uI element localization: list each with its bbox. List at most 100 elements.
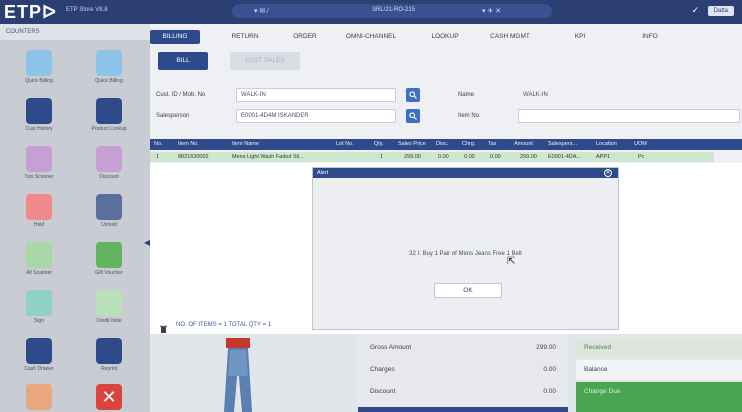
customer-icon (26, 98, 52, 124)
gross-amount-label: Gross Amount (370, 344, 412, 351)
tile-label: Quick Billing (25, 78, 53, 84)
tab-return[interactable]: RETURN (220, 30, 270, 44)
gift-voucher-icon (96, 242, 122, 268)
close-icon[interactable]: ✕ (604, 169, 612, 177)
col-location: Location (596, 141, 617, 147)
discount-label: Discount (370, 388, 396, 395)
cell-no: 1 (156, 154, 160, 160)
charges-value: 0.00 (543, 366, 556, 373)
amount-summary: Gross Amount 299.00 Charges 0.00 Discoun… (358, 334, 568, 412)
session-id: SRL/21-RO-215 (372, 7, 416, 13)
tile-label: Sign (33, 318, 44, 324)
printer-icon (96, 338, 122, 364)
tile-label: Product Lookup (91, 126, 127, 132)
tile-credit-note[interactable]: Credit Note (76, 288, 142, 332)
cell-amount: 299.00 (520, 154, 537, 160)
product-image (206, 336, 286, 412)
user-name[interactable]: Datta (707, 5, 734, 16)
salesperson-input[interactable]: E0001-4D4M ISKANDER (236, 109, 396, 123)
gross-amount-value: 299.00 (536, 344, 556, 351)
back-icon (26, 384, 52, 410)
check-icon: ✓ (691, 5, 700, 15)
search-icon (409, 91, 417, 99)
tile-unhold[interactable]: Unhold (76, 192, 142, 236)
items-count: NO. OF ITEMS = 1 TOTAL QTY = 1 (176, 322, 272, 328)
session-controls[interactable]: ▾ ✉ ⁄ (254, 7, 268, 15)
tile-discount[interactable]: Discount (76, 144, 142, 188)
tile-cust-history[interactable]: Cust History (6, 96, 72, 140)
salesperson-search-button[interactable] (406, 109, 420, 123)
mouse-cursor-icon: ⇱ (507, 256, 516, 267)
tab-info[interactable]: INFO (630, 30, 670, 44)
charges-row: Charges 0.00 (358, 360, 568, 380)
col-lot-no: Lot No. (336, 141, 354, 147)
col-disc: Disc. (436, 141, 449, 147)
name-label: Name (458, 92, 475, 98)
alert-ok-button[interactable]: OK (434, 283, 502, 298)
discount-row: Discount 0.00 (358, 382, 568, 402)
tile-hold[interactable]: Hold (6, 192, 72, 236)
cell-tax: 0.00 (490, 154, 501, 160)
tab-kpi[interactable]: KPI (560, 30, 600, 44)
tile-sign[interactable]: Sign (6, 288, 72, 332)
cell-item-name: Mens Light Wash Faded Sli... (232, 154, 304, 160)
payment-panel: Received Balance Change Due (576, 334, 742, 412)
product-lookup-icon (96, 98, 122, 124)
tile-label: Gift Voucher (95, 270, 123, 276)
gross-amount-row: Gross Amount 299.00 (358, 338, 568, 358)
cell-sales-price: 299.00 (404, 154, 421, 160)
alert-dialog: Alert ✕ 32 I: Buy 1 Pair of Mens Jeans F… (312, 167, 619, 330)
item-no-input[interactable] (518, 109, 740, 123)
tile-reprint[interactable]: Reprint (76, 336, 142, 380)
col-qty: Qty. (374, 141, 384, 147)
tab-order[interactable]: ORDER (280, 30, 330, 44)
tile-cash-drawer[interactable]: Cash Drawer (6, 336, 72, 380)
tile-gift-voucher[interactable]: Gift Voucher (76, 240, 142, 284)
subtab-lost-sales[interactable]: LOST SALES (230, 52, 300, 70)
change-due-row: Change Due (576, 382, 742, 412)
alert-message: 32 I: Buy 1 Pair of Mens Jeans Free 1 Be… (409, 251, 522, 257)
tile-product-lookup[interactable]: Product Lookup (76, 96, 142, 140)
table-row[interactable]: 1 8821630002 Mens Light Wash Faded Sli..… (150, 152, 714, 162)
col-tax: Tax (488, 141, 497, 147)
col-chrg: Chrg. (462, 141, 476, 147)
col-item-name: Item Name (232, 141, 259, 147)
tile-label: Quick Billing (95, 78, 123, 84)
app-name: ETP Store V8.8 (66, 7, 108, 13)
cell-disc: 0.00 (438, 154, 449, 160)
tab-billing[interactable]: BILLING (150, 30, 200, 44)
subtab-bill[interactable]: BILL (158, 52, 208, 70)
col-uom: UOM (634, 141, 647, 147)
cust-search-button[interactable] (406, 88, 420, 102)
alt-scanner-icon (26, 242, 52, 268)
sign-icon (26, 290, 52, 316)
received-row[interactable]: Received (576, 338, 742, 358)
session-actions[interactable]: ▾ ✈ ✕ (482, 7, 501, 15)
tile-alt-scanner[interactable]: Alt Scanner (6, 240, 72, 284)
cell-uom: Pc (638, 154, 645, 160)
discount-value: 0.00 (543, 388, 556, 395)
session-info-bar: ▾ ✉ ⁄ SRL/21-RO-215 ▾ ✈ ✕ (232, 4, 552, 18)
tile-close[interactable]: ✕ (76, 382, 142, 412)
col-sales-price: Sales Price (398, 141, 426, 147)
cust-id-input[interactable]: WALK-IN (236, 88, 396, 102)
tab-cash-mgmt[interactable]: CASH MGMT (480, 30, 540, 44)
close-icon: ✕ (96, 384, 122, 410)
charges-label: Charges (370, 366, 395, 373)
user-area[interactable]: ✓ Datta (692, 5, 734, 16)
tile-quick-billing[interactable]: Quick Billing (6, 48, 72, 92)
col-item-no: Item No. (178, 141, 199, 147)
counters-header: COUNTERS (0, 24, 150, 40)
cell-salesperson: E0001-4DA... (548, 154, 582, 160)
tile-back[interactable] (6, 382, 72, 412)
cell-qty: 1 (380, 154, 384, 160)
tab-lookup[interactable]: LOOKUP (420, 30, 470, 44)
tile-tots-scanner[interactable]: Tots Scanner (6, 144, 72, 188)
tile-label: Credit Note (96, 318, 122, 324)
items-table-header: No. Item No. Item Name Lot No. Qty. Sale… (150, 139, 742, 150)
col-no: No. (154, 141, 163, 147)
tab-omni-channel[interactable]: OMNI-CHANNEL (336, 30, 406, 44)
cash-drawer-icon (26, 338, 52, 364)
tile-label: Cash Drawer (24, 366, 54, 372)
tile-quick-billing-2[interactable]: Quick Billing (76, 48, 142, 92)
